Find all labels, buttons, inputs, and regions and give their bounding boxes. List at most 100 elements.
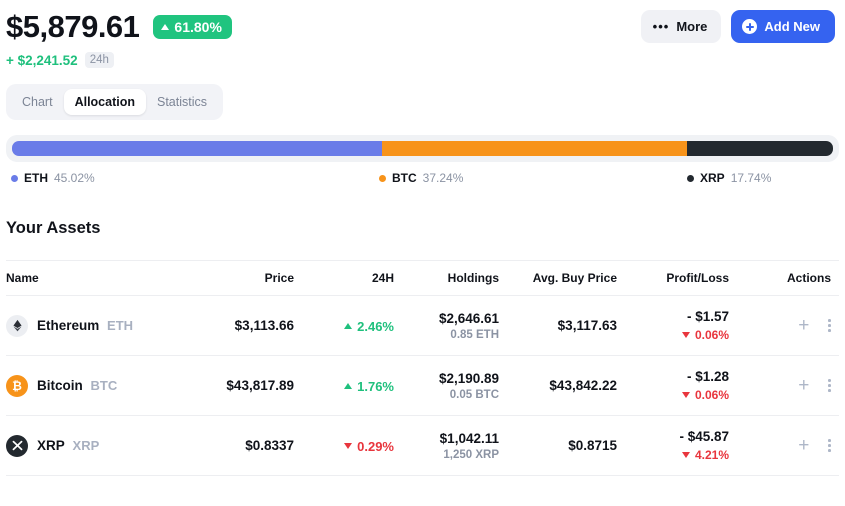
legend-percent-btc: 37.24% [422, 171, 464, 185]
total-change-badge: 61.80% [153, 15, 232, 39]
add-transaction-icon[interactable]: + [798, 316, 809, 335]
asset-holdings-value: $1,042.11 [439, 430, 499, 446]
asset-24h-change-value: 1.76% [357, 378, 394, 394]
cell-24h-change: 2.46% [294, 295, 394, 356]
cell-profit-loss: - $1.28 0.06% [617, 355, 729, 416]
change-amount: + $2,241.52 [6, 52, 78, 68]
asset-pl-percent: 4.21% [694, 448, 729, 462]
column-header-name: Name [6, 260, 176, 296]
add-new-button-label: Add New [764, 19, 820, 34]
asset-holdings-value: $2,646.61 [438, 310, 499, 326]
tab-statistics[interactable]: Statistics [146, 89, 218, 115]
cell-actions: + [729, 355, 839, 416]
allocation-segment-eth[interactable] [12, 141, 382, 156]
asset-pl-percent: 0.06% [694, 328, 729, 342]
tab-chart[interactable]: Chart [11, 89, 64, 115]
column-header-actions: Actions [729, 260, 839, 296]
portfolio-header: $5,879.61 61.80% + $2,241.52 24h ••• Mor… [0, 0, 845, 72]
cell-holdings: $1,042.11 1,250 XRP [394, 415, 499, 476]
asset-avg-buy-price: $3,117.63 [557, 318, 617, 333]
legend-dot-eth-icon [11, 174, 18, 182]
asset-24h-change-value: 2.46% [357, 318, 394, 334]
portfolio-page: $5,879.61 61.80% + $2,241.52 24h ••• Mor… [0, 0, 845, 506]
asset-price: $43,817.89 [226, 378, 294, 393]
table-row[interactable]: ₿ Bitcoin BTC $43,817.89 1.76% $2,190.89… [6, 355, 839, 416]
legend-dot-xrp-icon [687, 174, 694, 182]
asset-symbol: ETH [107, 318, 134, 333]
cell-actions: + [729, 295, 839, 356]
cell-profit-loss: - $1.57 0.06% [617, 295, 729, 356]
column-header-profit-loss: Profit/Loss [617, 260, 729, 296]
allocation-legend: ETH 45.02% BTC 37.24% XRP 17.74% [6, 171, 839, 197]
column-header-holdings: Holdings [394, 260, 499, 296]
legend-symbol-btc: BTC [392, 171, 417, 185]
asset-price: $0.8337 [245, 438, 294, 453]
cell-holdings: $2,190.89 0.05 BTC [394, 355, 499, 416]
cell-profit-loss: - $45.87 4.21% [617, 415, 729, 476]
view-tabs: Chart Allocation Statistics [6, 84, 224, 120]
table-row[interactable]: XRP XRP $0.8337 0.29% $1,042.11 1,250 XR… [6, 415, 839, 476]
asset-holdings-amount: 0.85 ETH [450, 328, 499, 341]
add-new-button[interactable]: Add New [731, 10, 835, 43]
column-header-24h: 24H [294, 260, 394, 296]
asset-holdings-value: $2,190.89 [438, 370, 499, 386]
asset-avg-buy-price: $43,842.22 [549, 378, 617, 393]
asset-name: Ethereum [37, 318, 100, 333]
asset-price: $3,113.66 [234, 318, 294, 333]
row-menu-icon[interactable] [828, 379, 831, 392]
more-button[interactable]: ••• More [640, 10, 722, 43]
column-header-avg-buy-price: Avg. Buy Price [499, 260, 617, 296]
asset-pl-percent-wrap: 0.06% [681, 388, 729, 402]
row-menu-icon[interactable] [828, 439, 831, 452]
tab-allocation[interactable]: Allocation [63, 89, 146, 115]
asset-symbol: BTC [90, 378, 118, 393]
plus-circle-icon [742, 19, 758, 34]
add-transaction-icon[interactable]: + [798, 376, 809, 395]
asset-24h-change-value: 0.29% [357, 438, 394, 454]
row-menu-icon[interactable] [828, 319, 831, 332]
assets-section-title: Your Assets [6, 219, 101, 237]
asset-pl-value: - $1.57 [686, 309, 729, 324]
asset-pl-percent-wrap: 0.06% [681, 328, 729, 342]
asset-24h-change: 0.29% [344, 439, 394, 454]
header-actions: ••• More Add New [640, 10, 835, 43]
bitcoin-icon: ₿ [6, 374, 28, 397]
cell-24h-change: 0.29% [294, 415, 394, 476]
asset-24h-change: 2.46% [344, 319, 394, 334]
assets-table-head: Name Price 24H Holdings Avg. Buy Price P… [6, 260, 839, 296]
triangle-down-icon [344, 443, 353, 450]
cell-asset: ₿ Bitcoin BTC [6, 355, 176, 416]
triangle-down-icon [681, 332, 690, 338]
total-balance: $5,879.61 [6, 9, 140, 44]
triangle-down-icon [681, 392, 690, 398]
asset-pl-percent-wrap: 4.21% [681, 448, 729, 462]
total-change-percent: 61.80% [174, 19, 222, 35]
assets-header-row: Name Price 24H Holdings Avg. Buy Price P… [6, 260, 839, 296]
legend-percent-xrp: 17.74% [730, 171, 772, 185]
add-transaction-icon[interactable]: + [798, 436, 809, 455]
table-row[interactable]: Ethereum ETH $3,113.66 2.46% $2,646.61 0… [6, 295, 839, 356]
legend-symbol-xrp: XRP [700, 171, 725, 185]
cell-asset: XRP XRP [6, 415, 176, 476]
assets-table: Name Price 24H Holdings Avg. Buy Price P… [6, 260, 839, 476]
cell-price: $0.8337 [176, 415, 294, 476]
cell-avg-buy-price: $0.8715 [499, 415, 617, 476]
legend-symbol-eth: ETH [24, 171, 48, 185]
allocation-segment-xrp[interactable] [687, 141, 833, 156]
triangle-up-icon [161, 24, 170, 30]
cell-holdings: $2,646.61 0.85 ETH [394, 295, 499, 356]
asset-avg-buy-price: $0.8715 [568, 438, 617, 453]
allocation-bar [12, 141, 833, 156]
asset-pl-percent: 0.06% [694, 388, 729, 402]
asset-holdings-amount: 0.05 BTC [449, 388, 499, 401]
allocation-segment-btc[interactable] [381, 141, 688, 156]
asset-name: Bitcoin [37, 378, 83, 393]
asset-pl-value: - $1.28 [686, 369, 729, 384]
asset-name: XRP [37, 438, 65, 453]
legend-item-xrp: XRP 17.74% [687, 171, 771, 185]
legend-percent-eth: 45.02% [54, 171, 95, 185]
allocation-bar-container [6, 135, 839, 162]
cell-asset: Ethereum ETH [6, 295, 176, 356]
assets-table-body: Ethereum ETH $3,113.66 2.46% $2,646.61 0… [6, 295, 839, 476]
more-button-label: More [676, 19, 708, 34]
